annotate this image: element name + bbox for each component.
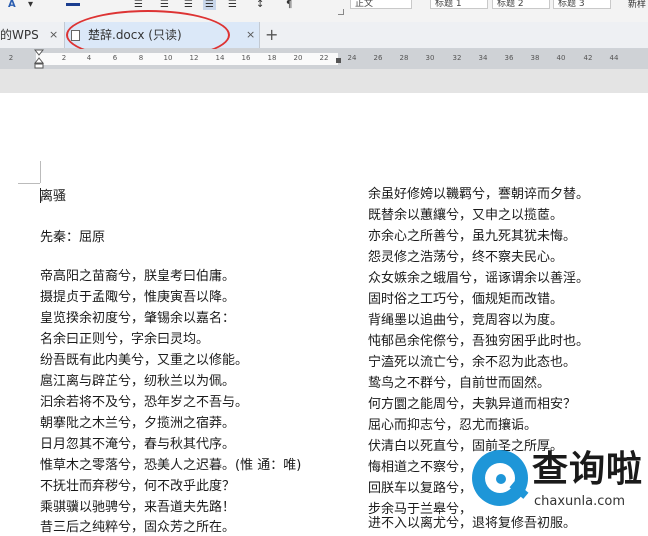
line-spacing-icon[interactable]: ↕ <box>256 0 264 10</box>
text-line: 何方圜之能周兮，夫孰异道而相安？ <box>368 397 577 412</box>
align-center-icon[interactable]: ☰ <box>160 0 169 10</box>
document-tab-bar: 的WPS × 楚辞.docx (只读) × + <box>0 22 648 49</box>
indent-marker-icon[interactable] <box>34 49 44 69</box>
new-style-button[interactable]: 新样 <box>628 0 646 10</box>
text-line: 昔三后之纯粹兮，固众芳之所在。 <box>40 520 236 535</box>
ruler-tick: 18 <box>267 54 277 62</box>
text-line: 悔相道之不察兮， <box>368 460 473 475</box>
text-line: 纷吾既有此内美兮，又重之以修能。 <box>40 353 249 368</box>
text-line: 朝搴阰之木兰兮，夕揽洲之宿莽。 <box>40 416 236 431</box>
ruler-tick: 8 <box>138 54 144 62</box>
watermark-url: chaxunla.com <box>534 494 625 509</box>
tab-stop-marker[interactable] <box>336 58 341 63</box>
justify-icon[interactable]: ☰ <box>203 0 216 10</box>
doc-author: 先秦：屈原 <box>40 230 106 245</box>
ruler-tick: 24 <box>347 54 357 62</box>
text-line: 亦余心之所善兮，虽九死其犹未悔。 <box>368 229 577 244</box>
close-icon[interactable]: × <box>49 22 58 48</box>
ruler-tick: 14 <box>215 54 225 62</box>
ruler-tick: 4 <box>86 54 92 62</box>
text-line: 惟草木之零落兮，恐美人之迟暮。(惟 通：唯) <box>40 458 302 473</box>
text-line: 怨灵修之浩荡兮，终不察夫民心。 <box>368 250 564 265</box>
text-line: 固时俗之工巧兮，偭规矩而改错。 <box>368 292 564 307</box>
ruler-tick: 20 <box>293 54 303 62</box>
font-a-icon[interactable]: A <box>8 0 16 10</box>
magnifier-logo-icon <box>472 450 528 506</box>
text-line: 扈江离与辟芷兮，纫秋兰以为佩。 <box>40 374 236 389</box>
document-icon <box>71 30 80 41</box>
ruler-tick: 36 <box>504 54 514 62</box>
font-size-icon[interactable]: ▾ <box>28 0 33 10</box>
tab-label: 楚辞.docx (只读) <box>88 28 182 42</box>
ruler-tick: 32 <box>452 54 462 62</box>
align-right-icon[interactable]: ☰ <box>184 0 193 10</box>
font-color-icon[interactable] <box>66 3 80 6</box>
text-line: 屈心而抑志兮，忍尤而攘诟。 <box>368 418 538 433</box>
style-normal[interactable]: 正文 <box>350 0 412 9</box>
ruler-tick: 26 <box>373 54 383 62</box>
ruler-tick: 2 <box>61 54 67 62</box>
text-line: 鸷鸟之不群兮，自前世而固然。 <box>368 376 551 391</box>
ruler-tick: 16 <box>241 54 251 62</box>
text-line: 帝高阳之苗裔兮，朕皇考曰伯庸。 <box>40 269 236 284</box>
ruler-tick: 40 <box>556 54 566 62</box>
horizontal-ruler[interactable]: 2 2 4 6 8 10 12 14 16 18 20 22 24 26 28 … <box>0 49 648 69</box>
text-line: 既替余以蕙纕兮，又申之以揽茝。 <box>368 208 564 223</box>
text-line: 忳郁邑余侘傺兮，吾独穷困乎此时也。 <box>368 334 590 349</box>
margin-mark <box>40 161 41 183</box>
style-heading-1[interactable]: 标题 1 <box>430 0 488 9</box>
tab-label: 的WPS <box>0 28 39 42</box>
tab-document-active[interactable]: 楚辞.docx (只读) × <box>64 22 260 48</box>
text-line: 众女嫉余之蛾眉兮，谣诼谓余以善淫。 <box>368 271 590 286</box>
new-tab-button[interactable]: + <box>265 22 281 48</box>
text-line: 背绳墨以追曲兮，竞周容以为度。 <box>368 313 564 328</box>
close-icon[interactable]: × <box>246 22 255 48</box>
tab-wps-home[interactable]: 的WPS × <box>0 22 62 48</box>
text-line: 名余曰正则兮，字余曰灵均。 <box>40 332 210 347</box>
text-line: 皇览揆余初度兮，肇锡余以嘉名： <box>40 311 236 326</box>
ruler-tick: 30 <box>425 54 435 62</box>
text-line: 回朕车以复路兮， <box>368 481 473 496</box>
paragraph-icon[interactable]: ¶ <box>286 0 292 10</box>
ruler-tick: 12 <box>189 54 199 62</box>
watermark-title: 查询啦 <box>532 449 644 490</box>
ruler-tick: 22 <box>319 54 329 62</box>
text-line: 不抚壮而弃秽兮，何不改乎此度？ <box>40 479 236 494</box>
text-line: 乘骐骥以驰骋兮，来吾道夫先路！ <box>40 500 236 515</box>
margin-mark <box>18 183 40 184</box>
ruler-tick: 2 <box>8 54 14 62</box>
align-left-icon[interactable]: ☰ <box>134 0 143 10</box>
ruler-tick: 38 <box>530 54 540 62</box>
doc-title: 离骚 <box>40 189 67 204</box>
text-line: 汩余若将不及兮，恐年岁之不吾与。 <box>40 395 249 410</box>
dialog-launcher-icon[interactable] <box>338 9 344 15</box>
text-line: 日月忽其不淹兮，春与秋其代序。 <box>40 437 236 452</box>
distributed-icon[interactable]: ☰ <box>228 0 237 10</box>
style-heading-2[interactable]: 标题 2 <box>492 0 550 9</box>
ruler-tick: 34 <box>478 54 488 62</box>
ruler-tick: 44 <box>609 54 619 62</box>
page-gap <box>0 69 648 93</box>
ruler-tick: 10 <box>163 54 173 62</box>
text-line: 摄提贞于孟陬兮，惟庚寅吾以降。 <box>40 290 236 305</box>
text-line: 余虽好修姱以鞿羁兮，謇朝谇而夕替。 <box>368 187 590 202</box>
ribbon-toolbar: A ▾ ☰ ☰ ☰ ☰ ☰ ↕ ¶ 正文 标题 1 标题 2 标题 3 新样 <box>0 0 648 22</box>
ruler-tick: 42 <box>583 54 593 62</box>
ruler-tick: 6 <box>112 54 118 62</box>
ruler-tick: 28 <box>399 54 409 62</box>
text-line: 宁溘死以流亡兮，余不忍为此态也。 <box>368 355 577 370</box>
watermark-logo: 查询啦 chaxunla.com <box>470 444 648 536</box>
style-heading-3[interactable]: 标题 3 <box>553 0 611 9</box>
